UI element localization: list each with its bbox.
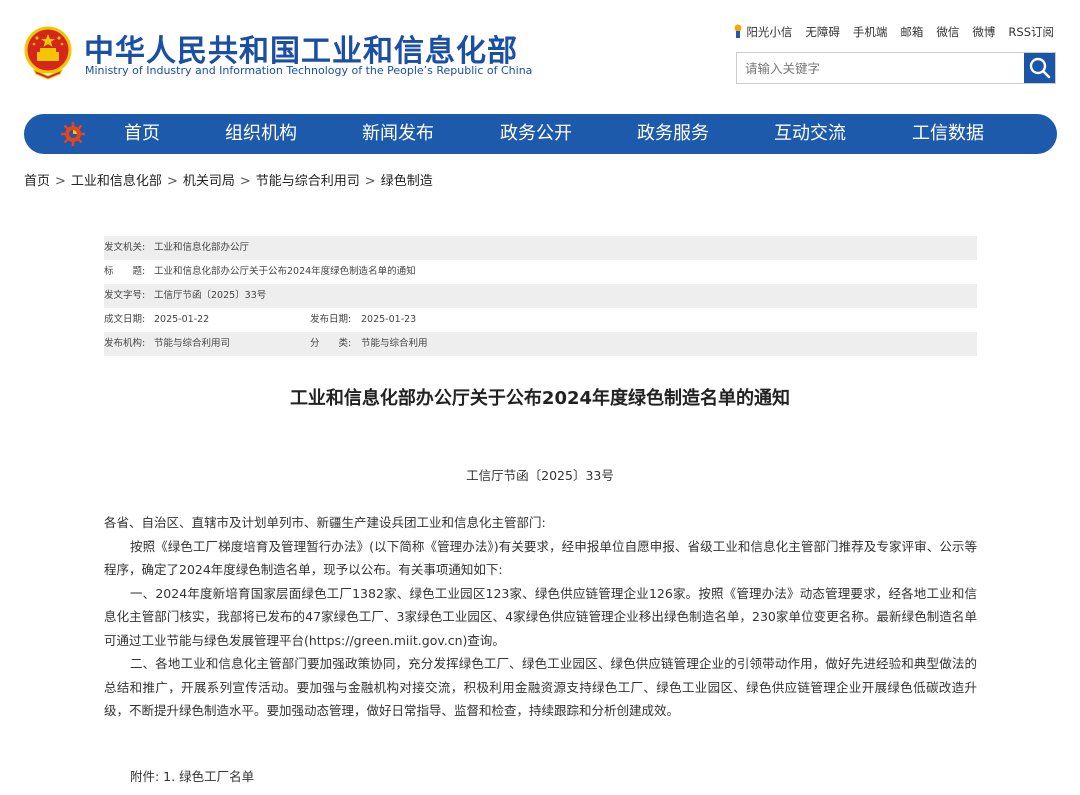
wechat-link[interactable]: 微信	[936, 24, 959, 40]
meta-row-title: 标 题: 工业和信息化部办公厅关于公布2024年度绿色制造名单的通知	[104, 260, 977, 284]
attachment-link[interactable]: 附件: 1. 绿色工厂名单	[130, 766, 254, 785]
meta-docno: 工信厅节函〔2025〕33号	[154, 290, 267, 301]
meta-row-org: 发布机构: 节能与综合利用司 分 类: 节能与综合利用	[104, 332, 977, 356]
meta-row-issuer: 发文机关: 工业和信息化部办公厅	[104, 236, 977, 260]
meta-label: 成文日期:	[104, 314, 146, 325]
site-subtitle: Ministry of Industry and Information Tec…	[85, 64, 533, 77]
breadcrumb: 首页 > 工业和信息化部 > 机关司局 > 节能与综合利用司 > 绿色制造	[24, 170, 433, 189]
breadcrumb-separator: >	[239, 174, 251, 189]
article-paragraph: 二、各地工业和信息化主管部门要加强政策协同，充分发挥绿色工厂、绿色工业园区、绿色…	[104, 656, 977, 718]
sunshine-label: 阳光小信	[746, 25, 793, 39]
national-emblem-icon	[24, 26, 72, 80]
meta-label: 发布日期:	[310, 314, 352, 325]
main-nav: 首页 组织机构 新闻发布 政务公开 政务服务 互动交流 工信数据	[24, 114, 1057, 154]
nav-data[interactable]: 工信数据	[912, 114, 984, 154]
nav-home[interactable]: 首页	[124, 114, 160, 154]
meta-row-docno: 发文字号: 工信厅节函〔2025〕33号	[104, 284, 977, 308]
breadcrumb-energy-dept[interactable]: 节能与综合利用司	[256, 174, 360, 189]
nav-public-affairs[interactable]: 政务公开	[500, 114, 572, 154]
mail-link[interactable]: 邮箱	[900, 24, 923, 40]
breadcrumb-separator: >	[55, 174, 66, 189]
article-title: 工业和信息化部办公厅关于公布2024年度绿色制造名单的通知	[289, 388, 791, 409]
meta-label: 发布机构:	[104, 338, 146, 349]
nav-news[interactable]: 新闻发布	[362, 114, 434, 154]
search-input[interactable]	[737, 53, 1022, 83]
article-docno: 工信厅节函〔2025〕33号	[466, 468, 614, 483]
meta-label: 标 题:	[104, 266, 146, 277]
nav-interaction[interactable]: 互动交流	[774, 114, 846, 154]
article-body: 各省、自治区、直辖市及计划单列市、新疆生产建设兵团工业和信息化主管部门: 按照《…	[104, 511, 977, 723]
top-links: 阳光小信 无障碍 手机端 邮箱 微信 微博 RSS订阅	[733, 24, 1054, 40]
weibo-link[interactable]: 微博	[972, 24, 995, 40]
breadcrumb-separator: >	[364, 174, 376, 189]
meta-title: 工业和信息化部办公厅关于公布2024年度绿色制造名单的通知	[154, 266, 416, 277]
sunshine-icon	[734, 24, 742, 38]
meta-label: 发文字号:	[104, 290, 146, 301]
article-paragraph: 一、2024年度新培育国家层面绿色工厂1382家、绿色工业园区123家、绿色供应…	[104, 585, 977, 648]
breadcrumb-green-manufacturing[interactable]: 绿色制造	[381, 174, 433, 189]
meta-label: 分 类:	[310, 338, 352, 349]
rss-link[interactable]: RSS订阅	[1008, 24, 1054, 40]
search-icon	[1029, 57, 1051, 79]
document-meta-table: 发文机关: 工业和信息化部办公厅 标 题: 工业和信息化部办公厅关于公布2024…	[104, 236, 977, 356]
meta-org: 节能与综合利用司	[154, 338, 231, 349]
miit-logo-icon	[61, 122, 85, 146]
accessibility-link[interactable]: 无障碍	[805, 24, 840, 40]
article-salutation: 各省、自治区、直辖市及计划单列市、新疆生产建设兵团工业和信息化主管部门:	[104, 515, 546, 530]
breadcrumb-ministry[interactable]: 工业和信息化部	[71, 174, 162, 189]
meta-created-date: 2025-01-22	[154, 314, 210, 325]
article-paragraph: 按照《绿色工厂梯度培育及管理暂行办法》(以下简称《管理办法》)有关要求，经申报单…	[104, 538, 977, 578]
nav-services[interactable]: 政务服务	[637, 114, 709, 154]
breadcrumb-departments[interactable]: 机关司局	[183, 174, 235, 189]
mobile-link[interactable]: 手机端	[853, 24, 888, 40]
meta-category: 节能与综合利用	[361, 338, 428, 349]
meta-label: 发文机关:	[104, 242, 146, 253]
meta-published-date: 2025-01-23	[361, 314, 417, 325]
sunshine-link[interactable]: 阳光小信	[733, 24, 792, 40]
breadcrumb-home[interactable]: 首页	[24, 174, 50, 189]
nav-organization[interactable]: 组织机构	[225, 114, 297, 154]
breadcrumb-separator: >	[166, 174, 178, 189]
meta-issuer: 工业和信息化部办公厅	[154, 242, 250, 253]
search-box	[736, 52, 1056, 84]
search-button[interactable]	[1024, 53, 1055, 83]
meta-row-dates: 成文日期: 2025-01-22 发布日期: 2025-01-23	[104, 308, 977, 332]
